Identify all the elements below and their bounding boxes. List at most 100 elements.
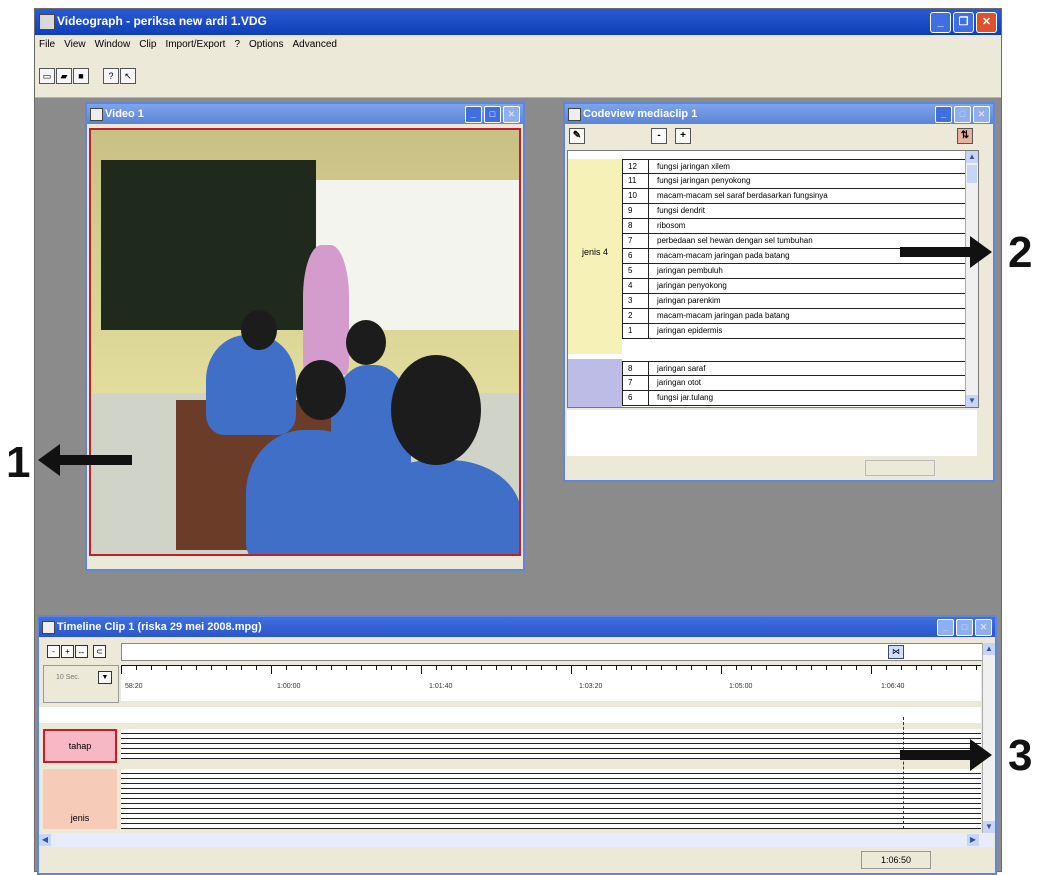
timeline-vertical-scrollbar[interactable]: ▲ ▼ [982, 643, 995, 833]
timeline-position-marker[interactable]: ⋈ [888, 645, 904, 659]
ruler-tick [496, 666, 497, 670]
track-lane[interactable] [121, 754, 981, 759]
menu-help[interactable]: ? [234, 35, 240, 55]
maximize-button[interactable]: ❐ [953, 12, 974, 33]
code-number: 12 [623, 160, 649, 173]
timeline-window-title: Timeline Clip 1 (riska 29 mei 2008.mpg) [57, 621, 262, 633]
track-tahap-lanes[interactable] [121, 729, 981, 759]
playhead-line[interactable] [903, 717, 904, 829]
menu-options[interactable]: Options [249, 35, 283, 55]
code-row[interactable]: 6 fungsi jar.tulang [622, 391, 978, 406]
timeline-scroll-right-icon[interactable]: ▶ [967, 834, 979, 846]
code-group-2[interactable] [568, 359, 622, 407]
timeline-interval-box[interactable]: 10 Sec. ▼ [43, 665, 119, 703]
save-icon[interactable]: ■ [73, 68, 89, 84]
code-label: fungsi jaringan xilem [657, 162, 730, 171]
ruler-tick [511, 666, 512, 670]
timeline-close-button[interactable]: ✕ [975, 619, 992, 636]
ruler-tick [331, 666, 332, 670]
menu-bar: File View Window Clip Import/Export ? Op… [35, 35, 1001, 55]
menu-clip[interactable]: Clip [139, 35, 156, 55]
timeline-maximize-button[interactable]: □ [956, 619, 973, 636]
track-header-jenis[interactable]: jenis [43, 769, 117, 829]
code-row[interactable]: 11 fungsi jaringan penyokong [622, 174, 978, 189]
video-maximize-button[interactable]: □ [484, 106, 501, 123]
code-number: 8 [623, 219, 649, 233]
close-button[interactable]: ✕ [976, 12, 997, 33]
video-minimize-button[interactable]: _ [465, 106, 482, 123]
video-window: Video 1 _ □ ✕ [85, 102, 525, 571]
sort-icon[interactable]: ⇅ [957, 128, 973, 144]
context-help-icon[interactable]: ↖ [120, 68, 136, 84]
track-jenis-lanes[interactable] [121, 769, 981, 829]
codeview-minimize-button[interactable]: _ [935, 106, 952, 123]
new-file-icon[interactable]: ▭ [39, 68, 55, 84]
ruler-tick [736, 666, 737, 670]
timeline-empty-track [39, 707, 981, 723]
ruler-tick [271, 666, 272, 674]
codeview-vertical-scrollbar[interactable]: ▲ ▼ [965, 151, 978, 407]
timeline-scroll-left-icon[interactable]: ◀ [39, 834, 51, 846]
ruler-tick [796, 666, 797, 670]
code-row[interactable]: 1 jaringan epidermis [622, 324, 978, 339]
code-row[interactable]: 2 macam-macam jaringan pada batang [622, 309, 978, 324]
menu-advanced[interactable]: Advanced [293, 35, 337, 55]
video-frame[interactable] [89, 128, 521, 556]
help-icon[interactable]: ? [103, 68, 119, 84]
track-lane[interactable] [121, 824, 981, 829]
track-label-jenis: jenis [70, 813, 90, 823]
ruler-tick [526, 666, 527, 670]
interval-dropdown-icon[interactable]: ▼ [98, 671, 112, 684]
timeline-horizontal-scrollbar[interactable]: ◀ ▶ [39, 833, 993, 847]
pencil-icon[interactable]: ✎ [569, 128, 585, 144]
minimize-button[interactable]: _ [930, 12, 951, 33]
zoom-out-button[interactable]: - [651, 128, 667, 144]
codeview-maximize-button[interactable]: □ [954, 106, 971, 123]
scroll-thumb[interactable] [967, 165, 977, 183]
timeline-overview-bar[interactable]: ⋈ [121, 643, 983, 661]
ruler-tick [691, 666, 692, 670]
code-number: 7 [623, 376, 649, 390]
code-number: 10 [623, 189, 649, 203]
code-number: 5 [623, 264, 649, 278]
timeline-loop-button[interactable]: ⊂ [93, 645, 106, 658]
code-row[interactable]: 8 jaringan saraf [622, 361, 978, 376]
timeline-scroll-up-icon[interactable]: ▲ [983, 643, 995, 655]
menu-file[interactable]: File [39, 35, 55, 55]
timeline-scroll-down-icon[interactable]: ▼ [983, 821, 995, 833]
timeline-zoom-in-button[interactable]: + [61, 645, 74, 658]
code-row[interactable]: 10 macam-macam sel saraf berdasarkan fung… [622, 189, 978, 204]
menu-window[interactable]: Window [95, 35, 131, 55]
code-list-group-2: 8 jaringan saraf 7 jaringan otot 6 fungsi jar… [622, 361, 978, 406]
code-row[interactable]: 3 jaringan parenkim [622, 294, 978, 309]
menu-view[interactable]: View [64, 35, 86, 55]
code-row[interactable]: 4 jaringan penyokong [622, 279, 978, 294]
ruler-tick [721, 666, 722, 674]
code-row[interactable]: 5 jaringan pembuluh [622, 264, 978, 279]
timeline-fit-button[interactable]: ↔ [75, 645, 88, 658]
codeview-close-button[interactable]: ✕ [973, 106, 990, 123]
code-group-jenis-4[interactable]: jenis 4 [568, 159, 622, 354]
code-row[interactable]: 12 fungsi jaringan xilem [622, 159, 978, 174]
code-row[interactable]: 8 ribosom [622, 219, 978, 234]
videograph-app-window: Videograph - periksa new ardi 1.VDG _ ❐ … [34, 8, 1002, 875]
code-number: 7 [623, 234, 649, 248]
timeline-zoom-out-button[interactable]: - [47, 645, 60, 658]
scroll-up-icon[interactable]: ▲ [966, 151, 978, 163]
menu-import-export[interactable]: Import/Export [165, 35, 225, 55]
video-close-button[interactable]: ✕ [503, 106, 520, 123]
timeline-minimize-button[interactable]: _ [937, 619, 954, 636]
code-row[interactable]: 7 jaringan otot [622, 376, 978, 391]
timeline-window: Timeline Clip 1 (riska 29 mei 2008.mpg) … [37, 615, 997, 875]
ruler-tick [181, 666, 182, 670]
code-row[interactable]: 9 fungsi dendrit [622, 204, 978, 219]
ruler-tick [601, 666, 602, 670]
ruler-tick [616, 666, 617, 670]
code-label: fungsi dendrit [657, 206, 706, 215]
ruler-tick [406, 666, 407, 670]
scroll-down-icon[interactable]: ▼ [966, 395, 978, 407]
ruler-tick [346, 666, 347, 670]
zoom-in-button[interactable]: + [675, 128, 691, 144]
open-folder-icon[interactable]: ▰ [56, 68, 72, 84]
track-header-tahap[interactable]: tahap [43, 729, 117, 763]
